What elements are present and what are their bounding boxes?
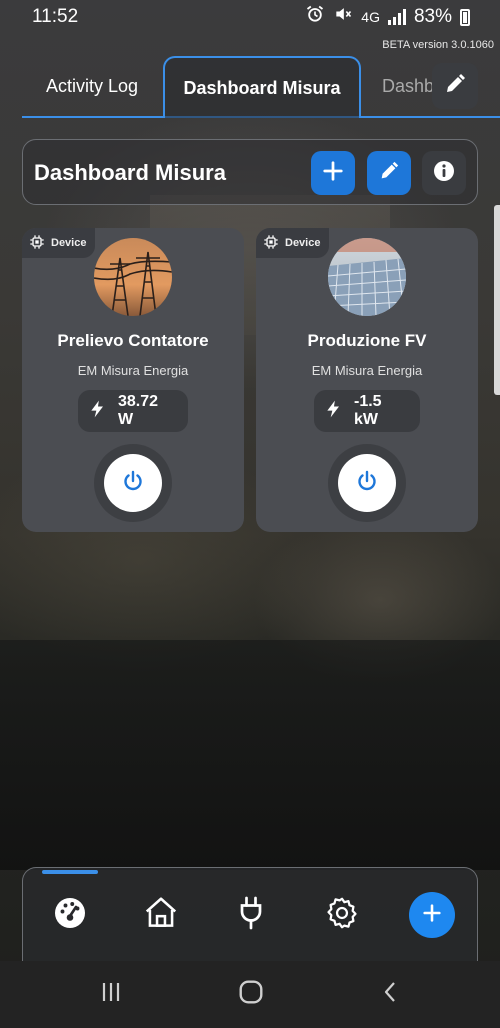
battery-icon bbox=[460, 8, 470, 26]
device-badge-label: Device bbox=[285, 237, 321, 249]
plug-icon bbox=[233, 895, 269, 936]
alarm-icon bbox=[305, 4, 325, 30]
system-navigation-bar bbox=[0, 961, 500, 1028]
add-widget-button[interactable] bbox=[311, 151, 355, 195]
power-reading-value: 38.72 W bbox=[118, 393, 159, 428]
home-icon bbox=[142, 894, 180, 937]
edit-tabs-button[interactable] bbox=[432, 63, 478, 109]
power-icon bbox=[355, 469, 379, 498]
device-name: Produzione FV bbox=[307, 331, 427, 350]
battery-percent: 83% bbox=[413, 6, 452, 27]
bottom-navigation bbox=[22, 867, 478, 961]
power-toggle-button[interactable] bbox=[338, 454, 396, 512]
device-badge-label: Device bbox=[51, 237, 87, 249]
power-reading-value: -1.5 kW bbox=[354, 393, 382, 428]
device-image-power-lines bbox=[94, 238, 172, 316]
power-toggle-button[interactable] bbox=[104, 454, 162, 512]
home-button[interactable] bbox=[236, 979, 266, 1009]
device-name: Prelievo Contatore bbox=[57, 331, 209, 350]
page-title: Dashboard Misura bbox=[34, 160, 226, 185]
device-badge: Device bbox=[22, 228, 96, 258]
tab-bar: Activity Log Dashboard Misura Dashb bbox=[22, 56, 500, 118]
device-card[interactable]: Device Produzione FV EM Misura Energia -… bbox=[256, 228, 478, 532]
power-reading: 38.72 W bbox=[78, 390, 188, 432]
edit-dashboard-button[interactable] bbox=[367, 151, 411, 195]
dashboard-gauge-icon bbox=[52, 895, 88, 936]
lightning-icon bbox=[88, 398, 108, 425]
lightning-icon bbox=[324, 398, 344, 425]
beta-version-label: BETA version 3.0.1060 bbox=[382, 39, 494, 51]
power-toggle-ring bbox=[328, 444, 406, 522]
home-circle-icon bbox=[238, 979, 264, 1010]
device-image-solar-panels bbox=[328, 238, 406, 316]
gear-icon bbox=[324, 895, 360, 936]
tab-dashboard-misura[interactable]: Dashboard Misura bbox=[163, 56, 361, 118]
pencil-icon bbox=[443, 72, 467, 101]
plus-icon bbox=[421, 902, 443, 929]
device-badge: Device bbox=[256, 228, 330, 258]
tab-activity-log[interactable]: Activity Log bbox=[22, 56, 162, 116]
edge-panel-handle[interactable] bbox=[494, 205, 500, 395]
signal-icon bbox=[387, 9, 406, 25]
power-icon bbox=[121, 469, 145, 498]
chip-icon bbox=[29, 234, 45, 253]
dashboard-header: Dashboard Misura bbox=[22, 139, 478, 205]
nav-dashboards[interactable] bbox=[45, 890, 95, 940]
power-reading: -1.5 kW bbox=[314, 390, 420, 432]
info-icon bbox=[432, 159, 456, 188]
nav-home[interactable] bbox=[136, 890, 186, 940]
power-toggle-ring bbox=[94, 444, 172, 522]
back-icon bbox=[379, 980, 403, 1009]
wallpaper-pond bbox=[0, 640, 500, 870]
status-bar: 11:52 4G 83% bbox=[0, 0, 500, 34]
chip-icon bbox=[263, 234, 279, 253]
network-type: 4G bbox=[361, 9, 380, 25]
mute-icon bbox=[333, 4, 353, 30]
active-nav-indicator bbox=[42, 870, 98, 874]
info-button[interactable] bbox=[422, 151, 466, 195]
recents-icon bbox=[99, 980, 123, 1009]
back-button[interactable] bbox=[376, 979, 406, 1009]
nav-add-button[interactable] bbox=[409, 892, 455, 938]
nav-settings[interactable] bbox=[317, 890, 367, 940]
status-time: 11:52 bbox=[32, 6, 79, 27]
pencil-icon bbox=[378, 160, 400, 187]
status-icons: 4G 83% bbox=[305, 4, 470, 30]
recents-button[interactable] bbox=[96, 979, 126, 1009]
plus-icon bbox=[322, 160, 344, 187]
nav-devices[interactable] bbox=[226, 890, 276, 940]
device-subtitle: EM Misura Energia bbox=[77, 363, 189, 378]
device-card[interactable]: Device Prelievo Contatore EM Misura Ener… bbox=[22, 228, 244, 532]
device-subtitle: EM Misura Energia bbox=[311, 363, 423, 378]
